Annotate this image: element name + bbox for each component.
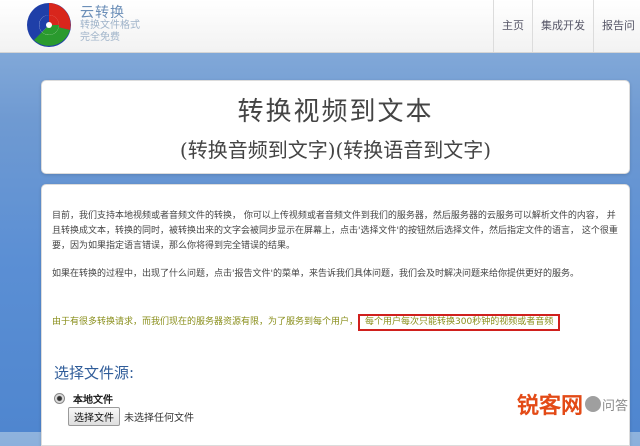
hero-panel: 转换视频到文本 (转换音频到文字)(转换语音到文字) bbox=[41, 80, 630, 174]
watermark-sub: 问答 bbox=[602, 398, 629, 414]
page-subtitle: (转换音频到文字)(转换语音到文字) bbox=[179, 138, 492, 162]
local-file-option[interactable]: 本地文件 bbox=[54, 391, 113, 406]
nav-item-home[interactable]: 主页 bbox=[493, 0, 532, 52]
file-picker: 选择文件 未选择任何文件 bbox=[68, 407, 194, 426]
nav-item-integration[interactable]: 集成开发 bbox=[532, 0, 593, 52]
logo-icon[interactable] bbox=[26, 2, 72, 48]
watermark-circle-icon bbox=[585, 396, 602, 412]
intro-paragraph: 目前，我们支持本地视频或者音频文件的转换， 你可以上传视频或者音频文件到我们的服… bbox=[52, 211, 618, 251]
choose-file-button[interactable]: 选择文件 bbox=[68, 407, 120, 426]
brand-tagline-line2: 完全免费 bbox=[80, 32, 120, 43]
choose-source-title: 选择文件源: bbox=[54, 364, 135, 382]
nav-item-report[interactable]: 报告问 bbox=[593, 0, 640, 52]
limit-notice-text: 由于有很多转换请求，而我们现在的服务器资源有限，为了服务到每个用户， bbox=[52, 317, 359, 327]
limit-highlight: 每个用户每次只能转换300秒钟的视频或者音频 bbox=[358, 314, 561, 331]
top-nav: 主页 集成开发 报告问 bbox=[493, 0, 640, 52]
local-file-label: 本地文件 bbox=[73, 395, 113, 406]
page-title: 转换视频到文本 bbox=[237, 97, 434, 127]
local-file-radio[interactable] bbox=[54, 393, 65, 404]
brand-tagline: 转换文件格式 完全免费 bbox=[80, 20, 140, 44]
limit-notice: 由于有很多转换请求，而我们现在的服务器资源有限，为了服务到每个用户， 每个用户每次… bbox=[52, 314, 622, 331]
brand-title: 云转换 bbox=[80, 5, 125, 21]
brand-tagline-line1: 转换文件格式 bbox=[80, 20, 140, 31]
watermark: 锐客网 问答 bbox=[517, 388, 628, 420]
top-header: 云转换 转换文件格式 完全免费 主页 集成开发 报告问 bbox=[0, 0, 640, 53]
watermark-text: 锐客网 bbox=[517, 394, 584, 419]
file-status: 未选择任何文件 bbox=[124, 413, 194, 424]
help-paragraph: 如果在转换的过程中，出现了什么问题，点击'报告文件'的菜单，来告诉我们具体问题，… bbox=[52, 269, 579, 279]
